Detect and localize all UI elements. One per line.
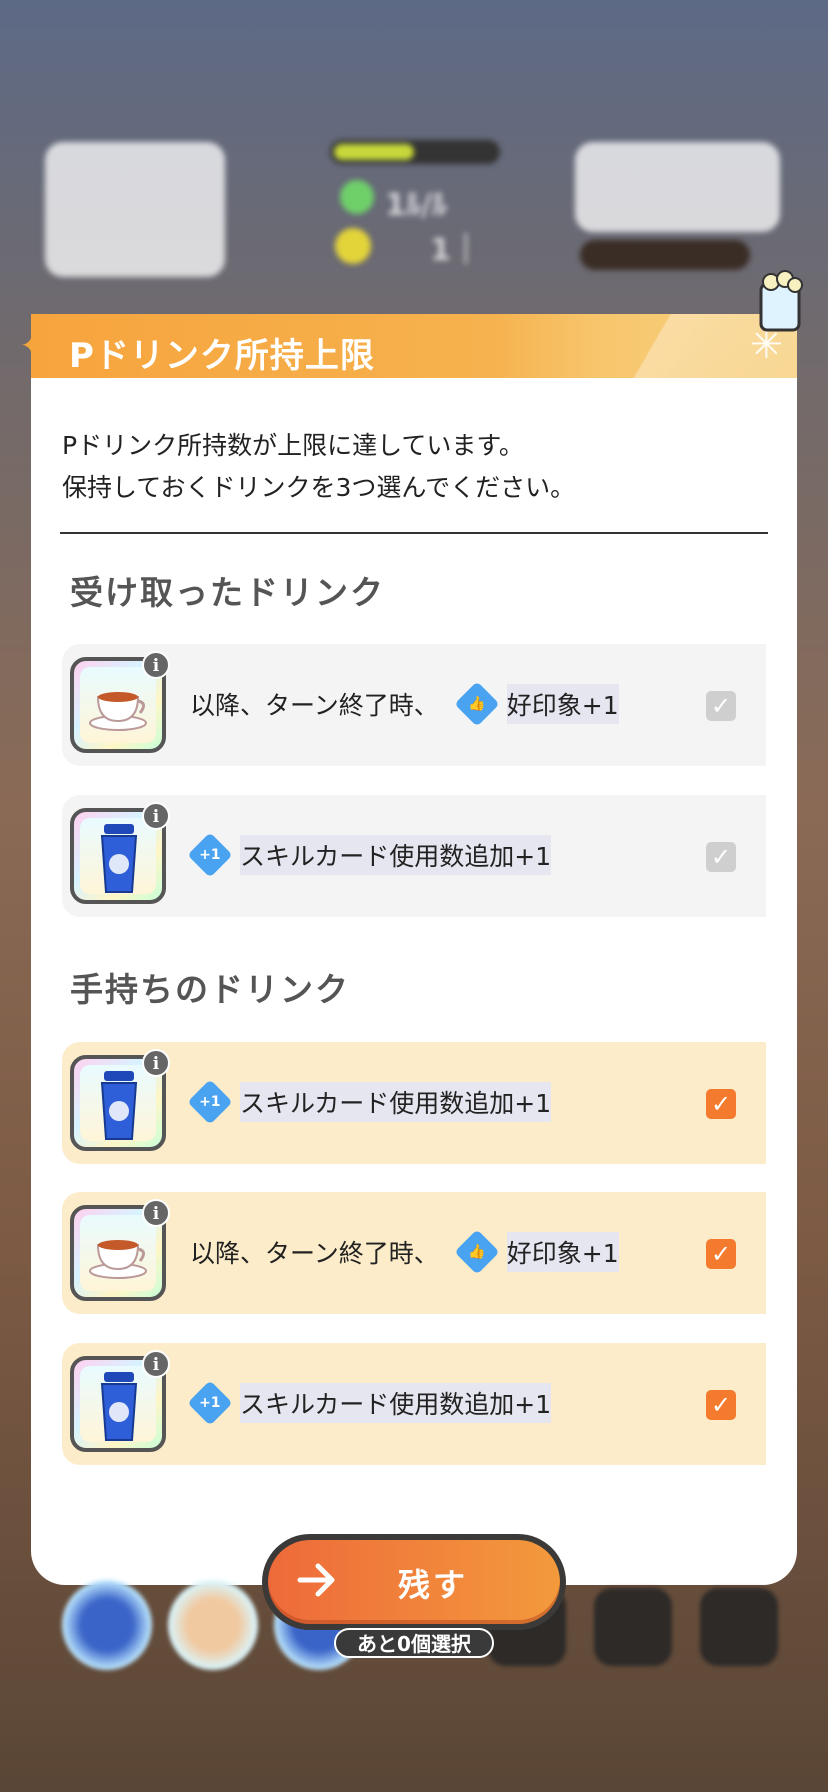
background-mission-card	[45, 142, 225, 277]
owned-drink-row[interactable]: i +1 スキルカード使用数追加+1 ✓	[62, 1343, 766, 1465]
drink-jar-icon	[759, 270, 803, 332]
background-stats-card	[575, 142, 780, 232]
sparkle-left-icon: ✦	[20, 329, 44, 362]
keep-checkbox[interactable]: ✓	[706, 691, 736, 721]
background-list-icon	[700, 1588, 778, 1666]
background-home-icon	[594, 1588, 672, 1666]
keep-button-label: 残す	[398, 1566, 469, 1604]
info-icon[interactable]: i	[142, 651, 170, 679]
background-stat-1: 1ﾙ/ﾙ	[385, 188, 447, 223]
owned-drink-row[interactable]: i +1 スキルカード使用数追加+1 ✓	[62, 1042, 766, 1164]
effect-label: スキルカード使用数追加+1	[240, 835, 552, 875]
remaining-count-badge: あと0個選択	[334, 1628, 494, 1658]
owned-drink-row[interactable]: i 以降、ターン終了時、 👍 好印象+1 ✓	[62, 1192, 766, 1314]
drink-effect: 以降、ターン終了時、 👍 好印象+1	[190, 681, 619, 727]
thumbs-up-icon: 👍	[454, 681, 500, 727]
keep-checkbox[interactable]: ✓	[706, 1239, 736, 1269]
received-drink-row[interactable]: i 以降、ターン終了時、 👍 好印象+1 ✓	[62, 644, 766, 766]
info-icon[interactable]: i	[142, 1350, 170, 1378]
arrow-right-icon	[297, 1563, 335, 1597]
effect-label: 好印象+1	[506, 1232, 619, 1272]
owned-section-title: 手持ちのドリンク	[70, 970, 350, 1009]
dialog-description: Pドリンク所持数が上限に達しています。 保持しておくドリンクを3つ選んでください…	[62, 425, 575, 509]
description-line-1: Pドリンク所持数が上限に達しています。	[62, 431, 524, 460]
drink-effect: 以降、ターン終了時、 👍 好印象+1	[190, 1229, 619, 1275]
effect-label: スキルカード使用数追加+1	[240, 1082, 552, 1122]
background-drink-slot	[168, 1580, 258, 1670]
background-stat-2: 1｜	[430, 233, 481, 268]
received-drink-row[interactable]: i +1 スキルカード使用数追加+1 ✓	[62, 795, 766, 917]
keep-checkbox[interactable]: ✓	[706, 842, 736, 872]
dialog-title: Pドリンク所持上限	[69, 336, 375, 376]
info-icon[interactable]: i	[142, 1049, 170, 1077]
plus-one-card-icon: +1	[187, 1079, 233, 1125]
effect-label: スキルカード使用数追加+1	[240, 1383, 552, 1423]
plus-one-card-icon: +1	[187, 1380, 233, 1426]
effect-prefix: 以降、ターン終了時、	[190, 691, 439, 720]
background-progress-bar	[330, 140, 500, 164]
info-icon[interactable]: i	[142, 1199, 170, 1227]
background-status-pill	[580, 240, 750, 270]
keep-checkbox[interactable]: ✓	[706, 1089, 736, 1119]
drink-effect: +1 スキルカード使用数追加+1	[187, 1079, 552, 1125]
effect-label: 好印象+1	[506, 684, 619, 724]
description-line-2: 保持しておくドリンクを3つ選んでください。	[62, 473, 576, 502]
keep-checkbox[interactable]: ✓	[706, 1390, 736, 1420]
drink-effect: +1 スキルカード使用数追加+1	[187, 832, 552, 878]
effect-prefix: 以降、ターン終了時、	[190, 1239, 439, 1268]
received-section-title: 受け取ったドリンク	[70, 573, 385, 612]
info-icon[interactable]: i	[142, 802, 170, 830]
thumbs-up-icon: 👍	[454, 1229, 500, 1275]
background-drink-slot	[62, 1580, 152, 1670]
plus-one-card-icon: +1	[187, 832, 233, 878]
keep-button[interactable]: 残す	[262, 1534, 566, 1630]
divider	[60, 532, 768, 534]
background-gem-icon	[340, 180, 374, 214]
background-coin-icon	[335, 228, 371, 264]
drink-effect: +1 スキルカード使用数追加+1	[187, 1380, 552, 1426]
dialog-header: Pドリンク所持上限 ✳	[31, 314, 797, 386]
